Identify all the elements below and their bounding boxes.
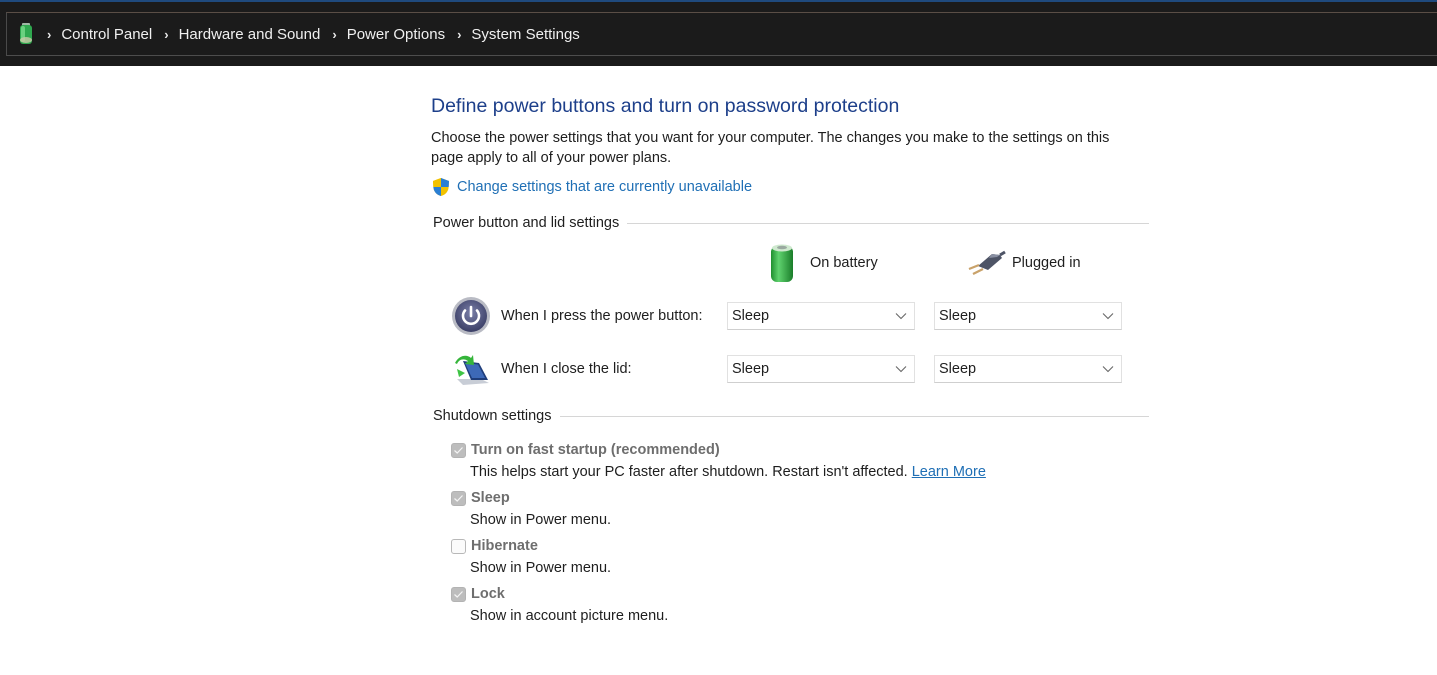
lock-label: Lock: [471, 586, 505, 602]
hibernate-label: Hibernate: [471, 538, 538, 554]
chevron-down-icon: [895, 312, 907, 320]
power-button-plugged-in-select[interactable]: Sleep: [934, 302, 1122, 330]
hibernate-checkbox-row[interactable]: Hibernate: [451, 538, 538, 554]
fast-startup-label: Turn on fast startup (recommended): [471, 442, 720, 458]
fast-startup-description: This helps start your PC faster after sh…: [470, 464, 986, 480]
chevron-down-icon: [1102, 365, 1114, 373]
chevron-right-icon[interactable]: ›: [47, 27, 51, 42]
sleep-description: Show in Power menu.: [470, 512, 612, 528]
hibernate-checkbox[interactable]: [451, 538, 466, 554]
change-settings-link-text[interactable]: Change settings that are currently unava…: [457, 179, 752, 195]
selected-value: Sleep: [732, 361, 770, 377]
fast-startup-description-text: This helps start your PC faster after sh…: [470, 464, 908, 480]
breadcrumb-hardware-and-sound[interactable]: Hardware and Sound: [179, 26, 321, 43]
power-button-row: When I press the power button:: [451, 296, 703, 336]
page-intro: Choose the power settings that you want …: [431, 130, 1110, 166]
learn-more-link[interactable]: Learn More: [912, 464, 986, 480]
column-label-plugged-in: Plugged in: [1012, 255, 1081, 271]
column-label-on-battery: On battery: [810, 255, 878, 271]
power-options-battery-icon: [17, 22, 35, 46]
shutdown-settings-section-header: Shutdown settings: [433, 408, 1149, 424]
hibernate-description: Show in Power menu.: [470, 560, 612, 576]
section-heading: Power button and lid settings: [433, 215, 620, 231]
breadcrumb-control-panel[interactable]: Control Panel: [61, 26, 152, 43]
breadcrumb-power-options[interactable]: Power Options: [347, 26, 445, 43]
battery-icon: [767, 243, 797, 283]
section-divider: [627, 222, 1149, 224]
address-bar[interactable]: › Control Panel › Hardware and Sound › P…: [6, 12, 1437, 56]
power-button-lid-section-header: Power button and lid settings: [433, 215, 1149, 231]
chevron-down-icon: [895, 365, 907, 373]
lock-checkbox[interactable]: [451, 586, 466, 602]
chevron-right-icon[interactable]: ›: [332, 27, 336, 42]
chevron-down-icon: [1102, 312, 1114, 320]
close-lid-on-battery-select[interactable]: Sleep: [727, 355, 915, 383]
selected-value: Sleep: [732, 308, 770, 324]
laptop-lid-icon: [451, 349, 491, 389]
section-divider: [559, 415, 1149, 417]
sleep-checkbox[interactable]: [451, 490, 466, 506]
power-button-on-battery-select[interactable]: Sleep: [727, 302, 915, 330]
column-header-plugged-in: Plugged in: [964, 248, 1081, 278]
power-button-icon: [451, 296, 491, 336]
change-settings-link[interactable]: Change settings that are currently unava…: [431, 177, 752, 197]
chevron-right-icon[interactable]: ›: [457, 27, 461, 42]
page-title: Define power buttons and turn on passwor…: [431, 95, 900, 117]
lock-checkbox-row[interactable]: Lock: [451, 586, 505, 602]
sleep-label: Sleep: [471, 490, 510, 506]
selected-value: Sleep: [939, 361, 977, 377]
close-lid-plugged-in-select[interactable]: Sleep: [934, 355, 1122, 383]
close-lid-label: When I close the lid:: [501, 361, 632, 377]
fast-startup-checkbox-row[interactable]: Turn on fast startup (recommended): [451, 442, 720, 458]
column-header-on-battery: On battery: [767, 243, 878, 283]
selected-value: Sleep: [939, 308, 977, 324]
uac-shield-icon: [431, 177, 451, 197]
power-plug-icon: [964, 248, 1006, 278]
close-lid-row: When I close the lid:: [451, 349, 632, 389]
power-button-label: When I press the power button:: [501, 308, 703, 324]
sleep-checkbox-row[interactable]: Sleep: [451, 490, 510, 506]
fast-startup-checkbox[interactable]: [451, 442, 466, 458]
breadcrumb-system-settings[interactable]: System Settings: [471, 26, 579, 43]
lock-description: Show in account picture menu.: [470, 608, 669, 624]
chevron-right-icon[interactable]: ›: [164, 27, 168, 42]
section-heading: Shutdown settings: [433, 408, 552, 424]
title-bar: › Control Panel › Hardware and Sound › P…: [0, 0, 1437, 66]
